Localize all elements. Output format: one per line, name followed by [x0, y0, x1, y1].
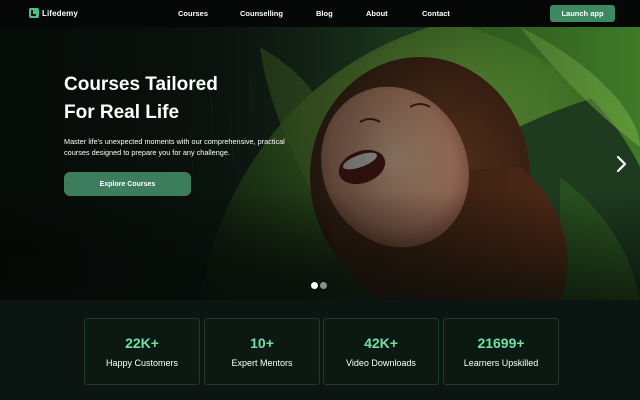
nav-item-blog[interactable]: Blog [316, 9, 333, 18]
stat-card-mentors: 10+ Expert Mentors [204, 318, 320, 385]
stat-label: Expert Mentors [231, 358, 293, 368]
carousel-dots [311, 282, 327, 289]
nav-item-contact[interactable]: Contact [422, 9, 450, 18]
page: Lifedemy Courses Counselling Blog About … [0, 0, 640, 400]
stat-label: Learners Upskilled [463, 358, 539, 368]
stat-label: Video Downloads [346, 358, 416, 368]
nav-item-counselling[interactable]: Counselling [240, 9, 283, 18]
stat-value: 42K+ [364, 335, 398, 351]
stat-card-downloads: 42K+ Video Downloads [323, 318, 439, 385]
hero-carousel: Courses Tailored For Real Life Master li… [0, 27, 640, 300]
stat-value: 10+ [250, 335, 274, 351]
stat-card-learners: 21699+ Learners Upskilled [443, 318, 559, 385]
nav-item-courses[interactable]: Courses [178, 9, 208, 18]
launch-app-button[interactable]: Launch app [550, 5, 615, 22]
stat-card-customers: 22K+ Happy Customers [84, 318, 200, 385]
stats-section: 22K+ Happy Customers 10+ Expert Mentors … [0, 300, 640, 400]
hero-title-line2: For Real Life [64, 102, 180, 123]
nav-menu: Courses Counselling Blog About Contact [0, 0, 640, 27]
chevron-right-icon[interactable] [614, 154, 628, 174]
stat-value: 22K+ [125, 335, 159, 351]
hero-title: Courses Tailored For Real Life [64, 71, 284, 127]
top-navbar: Lifedemy Courses Counselling Blog About … [0, 0, 640, 27]
nav-item-about[interactable]: About [366, 9, 388, 18]
carousel-dot-1[interactable] [311, 282, 318, 289]
stat-value: 21699+ [477, 335, 525, 351]
explore-courses-button[interactable]: Explore Courses [64, 172, 191, 196]
carousel-dot-2[interactable] [320, 282, 327, 289]
stat-label: Happy Customers [105, 358, 179, 368]
hero-subtitle: Master life's unexpected moments with ou… [64, 137, 285, 157]
hero-image [0, 27, 640, 300]
hero-title-line1: Courses Tailored [64, 74, 218, 95]
